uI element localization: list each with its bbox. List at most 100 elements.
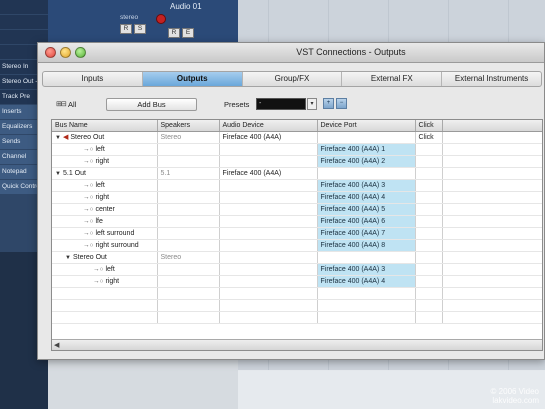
click-cell[interactable]	[415, 275, 443, 288]
audio-device-cell[interactable]	[219, 239, 318, 252]
speakers-cell[interactable]	[157, 239, 220, 252]
column-header-audio-device[interactable]: Audio Device	[219, 120, 318, 132]
click-cell[interactable]	[415, 167, 443, 180]
device-port-cell[interactable]: Fireface 400 (A4A) 4	[317, 191, 416, 204]
inspector-item[interactable]	[0, 0, 48, 14]
click-cell[interactable]	[415, 191, 443, 204]
column-header-device-port[interactable]: Device Port	[317, 120, 416, 132]
device-port-cell[interactable]: Fireface 400 (A4A) 1	[317, 143, 416, 156]
speakers-cell[interactable]	[157, 227, 220, 240]
table-row[interactable]: →○ left Fireface 400 (A4A) 1	[52, 143, 542, 156]
click-cell[interactable]	[415, 179, 443, 192]
click-cell[interactable]	[415, 239, 443, 252]
bus-name-cell[interactable]: →○ center	[52, 203, 158, 216]
audio-device-cell[interactable]	[219, 227, 318, 240]
add-bus-button[interactable]: Add Bus	[106, 98, 197, 111]
click-cell[interactable]	[415, 215, 443, 228]
speakers-cell[interactable]	[157, 155, 220, 168]
click-cell[interactable]: Click	[415, 131, 443, 144]
speakers-cell[interactable]	[157, 275, 220, 288]
audio-device-cell[interactable]	[219, 191, 318, 204]
table-row[interactable]: →○ left Fireface 400 (A4A) 3	[52, 179, 542, 192]
table-row[interactable]: →○ right surround Fireface 400 (A4A) 8	[52, 239, 542, 252]
scroll-left-icon[interactable]: ◀	[54, 341, 59, 349]
speakers-cell[interactable]	[157, 215, 220, 228]
device-port-cell[interactable]	[317, 167, 416, 180]
speakers-cell[interactable]	[157, 203, 220, 216]
table-row[interactable]: →○ left surround Fireface 400 (A4A) 7	[52, 227, 542, 240]
audio-device-cell[interactable]	[219, 263, 318, 276]
click-cell[interactable]	[415, 227, 443, 240]
device-port-cell[interactable]: Fireface 400 (A4A) 4	[317, 275, 416, 288]
tab-inputs[interactable]: Inputs	[43, 72, 143, 86]
speakers-cell[interactable]: Stereo	[157, 251, 220, 264]
horizontal-scrollbar[interactable]: ◀	[52, 339, 542, 350]
table-row[interactable]: →○ right Fireface 400 (A4A) 2	[52, 155, 542, 168]
expand-triangle-icon[interactable]: ▼	[55, 171, 63, 177]
bus-name-cell[interactable]: ▼ 5.1 Out	[52, 167, 158, 180]
audio-device-cell[interactable]	[219, 203, 318, 216]
track-read-button[interactable]: R	[120, 24, 132, 34]
click-cell[interactable]	[415, 263, 443, 276]
column-header-speakers[interactable]: Speakers	[157, 120, 220, 132]
device-port-cell[interactable]	[317, 131, 416, 144]
audio-device-cell[interactable]: Fireface 400 (A4A)	[219, 167, 318, 180]
bus-name-cell[interactable]: →○ left surround	[52, 227, 158, 240]
window-titlebar[interactable]: VST Connections - Outputs	[38, 43, 544, 63]
table-row[interactable]: →○ right Fireface 400 (A4A) 4	[52, 191, 542, 204]
speakers-cell[interactable]	[157, 263, 220, 276]
presets-dropdown-icon[interactable]: ▾	[307, 98, 317, 110]
table-row[interactable]: →○ lfe Fireface 400 (A4A) 6	[52, 215, 542, 228]
bus-name-cell[interactable]: →○ left	[52, 263, 158, 276]
speakers-cell[interactable]	[157, 143, 220, 156]
click-cell[interactable]	[415, 251, 443, 264]
bus-name-cell[interactable]: →○ left	[52, 179, 158, 192]
table-row[interactable]: ▼ 5.1 Out 5.1 Fireface 400 (A4A)	[52, 167, 542, 180]
tab-external-fx[interactable]: External FX	[342, 72, 443, 86]
bus-name-cell[interactable]: ▼ ◀ Stereo Out	[52, 131, 158, 144]
audio-device-cell[interactable]	[219, 155, 318, 168]
device-port-cell[interactable]: Fireface 400 (A4A) 6	[317, 215, 416, 228]
audio-device-cell[interactable]	[219, 179, 318, 192]
table-row[interactable]: →○ center Fireface 400 (A4A) 5	[52, 203, 542, 216]
presets-select[interactable]: -	[256, 98, 306, 110]
device-port-cell[interactable]	[317, 251, 416, 264]
table-row[interactable]: →○ left Fireface 400 (A4A) 3	[52, 263, 542, 276]
bus-name-cell[interactable]: →○ lfe	[52, 215, 158, 228]
device-port-cell[interactable]: Fireface 400 (A4A) 3	[317, 263, 416, 276]
bus-name-cell[interactable]: →○ right	[52, 155, 158, 168]
speakers-cell[interactable]: 5.1	[157, 167, 220, 180]
table-row[interactable]: →○ right Fireface 400 (A4A) 4	[52, 275, 542, 288]
remove-preset-icon[interactable]: −	[336, 98, 347, 109]
speakers-cell[interactable]	[157, 179, 220, 192]
audio-device-cell[interactable]	[219, 251, 318, 264]
tab-outputs[interactable]: Outputs	[142, 72, 243, 86]
record-enable-icon[interactable]	[156, 14, 166, 24]
inspector-item[interactable]	[0, 15, 48, 29]
bus-name-cell[interactable]: ▼ Stereo Out	[52, 251, 158, 264]
bus-name-cell[interactable]: →○ left	[52, 143, 158, 156]
click-cell[interactable]	[415, 155, 443, 168]
device-port-cell[interactable]: Fireface 400 (A4A) 8	[317, 239, 416, 252]
track-edit-button[interactable]: E	[182, 28, 194, 38]
column-header-click[interactable]: Click	[415, 120, 443, 132]
expand-collapse-all-icon[interactable]: ⊞⊟	[56, 100, 67, 108]
store-preset-icon[interactable]: +	[323, 98, 334, 109]
device-port-cell[interactable]: Fireface 400 (A4A) 7	[317, 227, 416, 240]
tab-external-instruments[interactable]: External Instruments	[442, 72, 541, 86]
audio-device-cell[interactable]	[219, 215, 318, 228]
click-cell[interactable]	[415, 203, 443, 216]
table-row[interactable]: ▼ ◀ Stereo Out Stereo Fireface 400 (A4A) Clic…	[52, 131, 542, 144]
speakers-cell[interactable]	[157, 191, 220, 204]
device-port-cell[interactable]: Fireface 400 (A4A) 2	[317, 155, 416, 168]
bus-name-cell[interactable]: →○ right	[52, 191, 158, 204]
click-cell[interactable]	[415, 143, 443, 156]
device-port-cell[interactable]: Fireface 400 (A4A) 3	[317, 179, 416, 192]
tab-group-fx[interactable]: Group/FX	[243, 72, 343, 86]
expand-triangle-icon[interactable]: ▼	[65, 255, 73, 261]
track-r-button[interactable]: R	[168, 28, 180, 38]
speakers-cell[interactable]: Stereo	[157, 131, 220, 144]
audio-device-cell[interactable]	[219, 143, 318, 156]
bus-name-cell[interactable]: →○ right surround	[52, 239, 158, 252]
table-row[interactable]: ▼ Stereo Out Stereo	[52, 251, 542, 264]
